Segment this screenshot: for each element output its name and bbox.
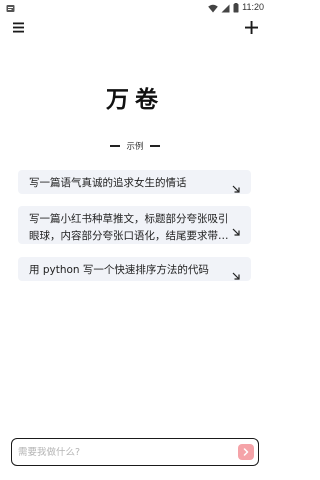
app-screen: 11:20 万卷 示例 写一篇语气真诚的追求女生的情话 写一篇小红书种草推文，标… bbox=[0, 0, 270, 480]
send-button[interactable] bbox=[238, 444, 254, 460]
arrow-down-right-icon bbox=[232, 178, 240, 193]
examples-header-label: 示例 bbox=[126, 142, 144, 152]
chat-input-bar bbox=[11, 438, 259, 466]
examples-header: 示例 bbox=[0, 140, 270, 152]
plus-icon[interactable] bbox=[243, 19, 259, 35]
example-card[interactable]: 用 python 写一个快速排序方法的代码 bbox=[18, 257, 251, 281]
divider-right bbox=[149, 145, 160, 147]
example-card-text: 用 python 写一个快速排序方法的代码 bbox=[29, 264, 209, 276]
example-card[interactable]: 写一篇小红书种草推文，标题部分夸张吸引眼球，内容部分夸张口语化，结尾要求带上话题… bbox=[18, 206, 251, 244]
example-card-text: 写一篇语气真诚的追求女生的情话 bbox=[29, 177, 187, 189]
chat-input[interactable] bbox=[18, 446, 238, 458]
chevron-right-icon bbox=[243, 448, 249, 456]
divider-left bbox=[110, 145, 121, 147]
menu-icon[interactable] bbox=[11, 19, 27, 35]
status-bar: 11:20 bbox=[0, 0, 270, 14]
arrow-down-right-icon bbox=[232, 221, 240, 236]
example-card-text: 写一篇小红书种草推文，标题部分夸张吸引眼球，内容部分夸张口语化，结尾要求带上话题… bbox=[29, 213, 229, 242]
app-bar bbox=[0, 14, 270, 40]
example-card[interactable]: 写一篇语气真诚的追求女生的情话 bbox=[18, 170, 251, 194]
app-title: 万卷 bbox=[106, 86, 164, 113]
arrow-down-right-icon bbox=[232, 265, 240, 280]
status-time: 11:20 bbox=[242, 2, 264, 12]
